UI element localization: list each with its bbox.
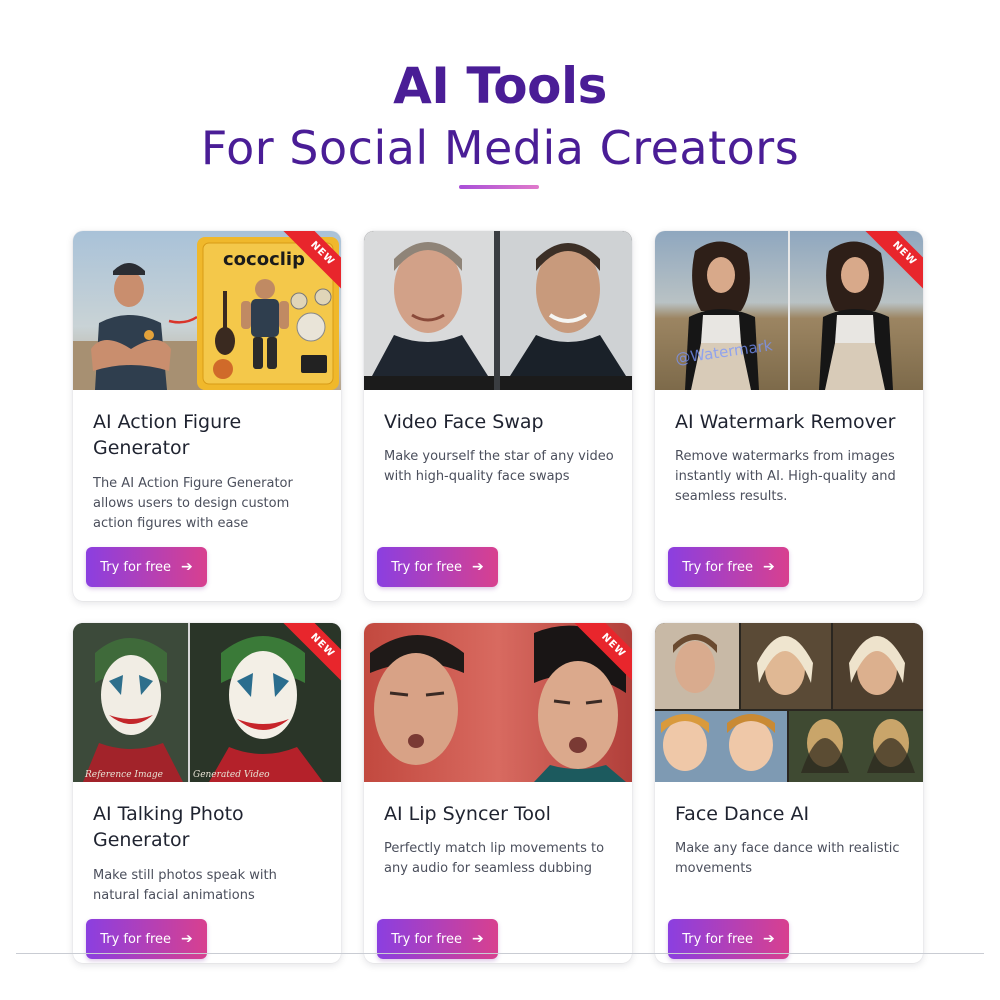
arrow-right-icon: ➔ [763, 559, 775, 575]
card-description: Make yourself the star of any video with… [384, 449, 614, 484]
tool-card-talking-photo[interactable]: Reference Image Generated Video NEW AI T… [73, 623, 341, 963]
card-description: Perfectly match lip movements to any aud… [384, 841, 605, 876]
arrow-right-icon: ➔ [181, 931, 193, 947]
card-title: AI Talking Photo Generator [93, 803, 244, 851]
button-label: Try for free [682, 559, 754, 575]
image-brand-text: cococlip [223, 249, 305, 270]
card-thumbnail: @Watermark NEW [655, 231, 923, 390]
card-thumbnail: Reference Image Generated Video NEW [73, 623, 341, 782]
card-title: AI Action Figure Generator [93, 411, 242, 459]
tool-card-face-dance[interactable]: Face Dance AI Make any face dance with r… [655, 623, 923, 963]
page-title: AI Tools [393, 57, 607, 115]
try-for-free-button[interactable]: Try for free ➔ [668, 547, 789, 587]
button-label: Try for free [391, 559, 463, 575]
tool-card-action-figure[interactable]: cococlip NEW AI Action Figure Generator … [73, 231, 341, 601]
tool-card-video-face-swap[interactable]: Video Face Swap Make yourself the star o… [364, 231, 632, 601]
card-thumbnail: NEW [364, 623, 632, 782]
card-description: Make any face dance with realistic movem… [675, 841, 900, 876]
card-thumbnail: cococlip NEW [73, 231, 341, 390]
card-description: Make still photos speak with natural fac… [93, 868, 277, 903]
arrow-right-icon: ➔ [472, 559, 484, 575]
button-label: Try for free [391, 931, 463, 947]
card-thumbnail [364, 231, 632, 390]
try-for-free-button[interactable]: Try for free ➔ [377, 547, 498, 587]
button-label: Try for free [100, 931, 172, 947]
try-for-free-button[interactable]: Try for free ➔ [86, 547, 207, 587]
arrow-right-icon: ➔ [763, 931, 775, 947]
page-subtitle: For Social Media Creators [200, 121, 800, 175]
tool-card-watermark-remover[interactable]: @Watermark NEW AI Watermark Remover Remo… [655, 231, 923, 601]
title-underline [459, 185, 539, 189]
reference-image-caption: Reference Image [85, 770, 163, 780]
card-title: AI Watermark Remover [675, 411, 896, 433]
card-description: The AI Action Figure Generator allows us… [93, 476, 293, 531]
button-label: Try for free [100, 559, 172, 575]
button-label: Try for free [682, 931, 754, 947]
card-title: AI Lip Syncer Tool [384, 803, 551, 825]
tool-card-lip-syncer[interactable]: NEW AI Lip Syncer Tool Perfectly match l… [364, 623, 632, 963]
arrow-right-icon: ➔ [472, 931, 484, 947]
card-title: Face Dance AI [675, 803, 810, 825]
generated-video-caption: Generated Video [193, 770, 270, 780]
card-title: Video Face Swap [384, 411, 544, 433]
arrow-right-icon: ➔ [181, 559, 193, 575]
card-description: Remove watermarks from images instantly … [675, 449, 896, 504]
page-divider [16, 953, 984, 954]
card-thumbnail [655, 623, 923, 782]
